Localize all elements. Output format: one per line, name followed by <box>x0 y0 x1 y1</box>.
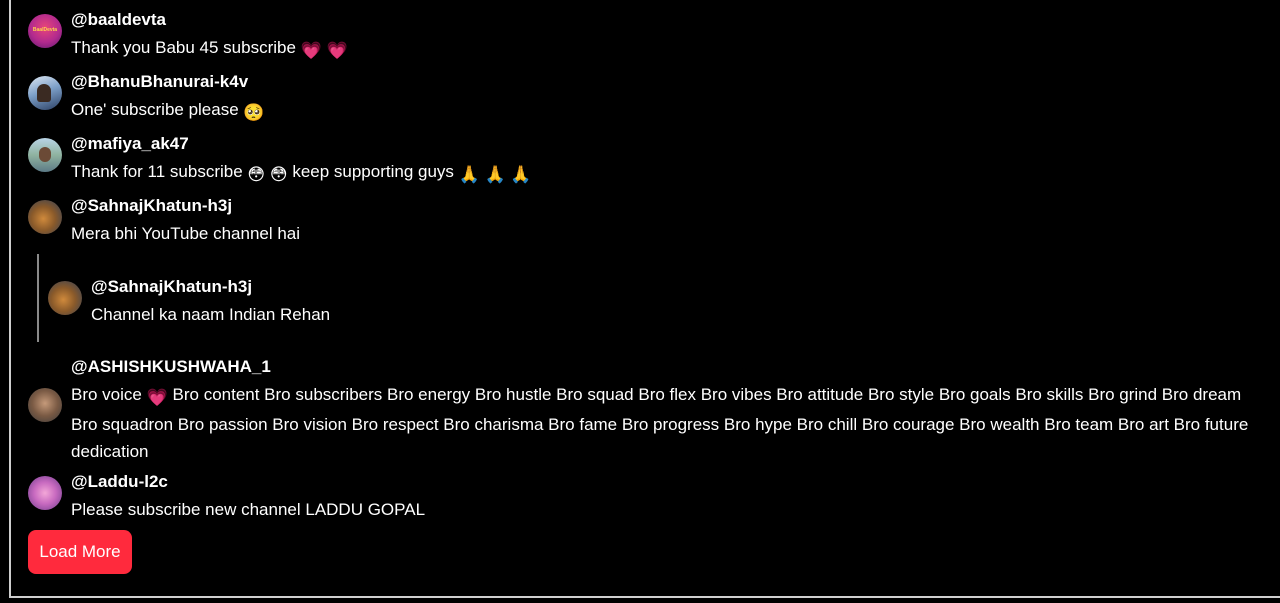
heart-emoji: 💗 💗 <box>300 41 348 60</box>
comment-text-content: Thank for 11 subscribe <box>71 162 243 181</box>
avatar[interactable] <box>28 476 62 510</box>
avatar[interactable]: BaalDevta <box>28 14 62 48</box>
comment-author[interactable]: @mafiya_ak47 <box>71 132 532 158</box>
avatar[interactable] <box>28 76 62 110</box>
avatar[interactable] <box>48 281 82 315</box>
comment-text-content: One' subscribe please <box>71 100 239 119</box>
pleading-face-emoji: 🥺 <box>243 103 265 122</box>
comment-text-content: Thank you Babu 45 subscribe <box>71 38 296 57</box>
comment-author[interactable]: @ASHISHKUSHWAHA_1 <box>71 355 1248 381</box>
comment-text: Channel ka naam Indian Rehan <box>91 305 331 324</box>
comment-author[interactable]: @Laddu-l2c <box>71 470 425 496</box>
comment-item: @mafiya_ak47 Thank for 11 subscribe 😳 😳 … <box>28 132 532 188</box>
comment-item: @ASHISHKUSHWAHA_1 Bro voice 💗 Bro conten… <box>28 355 1248 465</box>
comment-author[interactable]: @BhanuBhanurai-k4v <box>71 70 265 96</box>
comment-author[interactable]: @baaldevta <box>71 8 348 34</box>
comment-text: Bro voice 💗 Bro content Bro subscribers … <box>71 381 1248 411</box>
comment-text-line: Bro squadron Bro passion Bro vision Bro … <box>71 415 1249 434</box>
comment-text-line: dedication <box>71 442 149 461</box>
avatar[interactable] <box>28 200 62 234</box>
reply-item: @SahnajKhatun-h3j Channel ka naam Indian… <box>48 275 330 328</box>
reply-thread-line <box>37 254 39 342</box>
comments-list: BaalDevta @baaldevta Thank you Babu 45 s… <box>0 0 1280 603</box>
flushed-face-emoji: 😳 😳 <box>247 165 288 184</box>
comment-item: BaalDevta @baaldevta Thank you Babu 45 s… <box>28 8 348 64</box>
comment-text: Thank for 11 subscribe 😳 😳 keep supporti… <box>71 158 532 188</box>
comment-text-content: Bro content Bro subscribers Bro energy B… <box>172 385 1242 404</box>
comment-text: One' subscribe please 🥺 <box>71 96 265 126</box>
comment-item: @BhanuBhanurai-k4v One' subscribe please… <box>28 70 265 126</box>
comment-text: Please subscribe new channel LADDU GOPAL <box>71 500 426 519</box>
comment-text-content: keep supporting guys <box>292 162 454 181</box>
comment-author[interactable]: @SahnajKhatun-h3j <box>91 275 330 301</box>
comment-author[interactable]: @SahnajKhatun-h3j <box>71 194 300 220</box>
comment-item: @SahnajKhatun-h3j Mera bhi YouTube chann… <box>28 194 300 247</box>
folded-hands-emoji: 🙏 🙏 🙏 <box>458 165 532 184</box>
comment-item: @Laddu-l2c Please subscribe new channel … <box>28 470 425 523</box>
heart-emoji: 💗 <box>146 388 168 407</box>
comment-text: Thank you Babu 45 subscribe 💗 💗 <box>71 34 348 64</box>
avatar-logo-text: BaalDevta <box>32 27 58 33</box>
avatar[interactable] <box>28 138 62 172</box>
load-more-button[interactable]: Load More <box>28 530 132 574</box>
comment-text-content: Bro voice <box>71 385 142 404</box>
avatar[interactable] <box>28 388 62 422</box>
comment-text: Mera bhi YouTube channel hai <box>71 224 301 243</box>
